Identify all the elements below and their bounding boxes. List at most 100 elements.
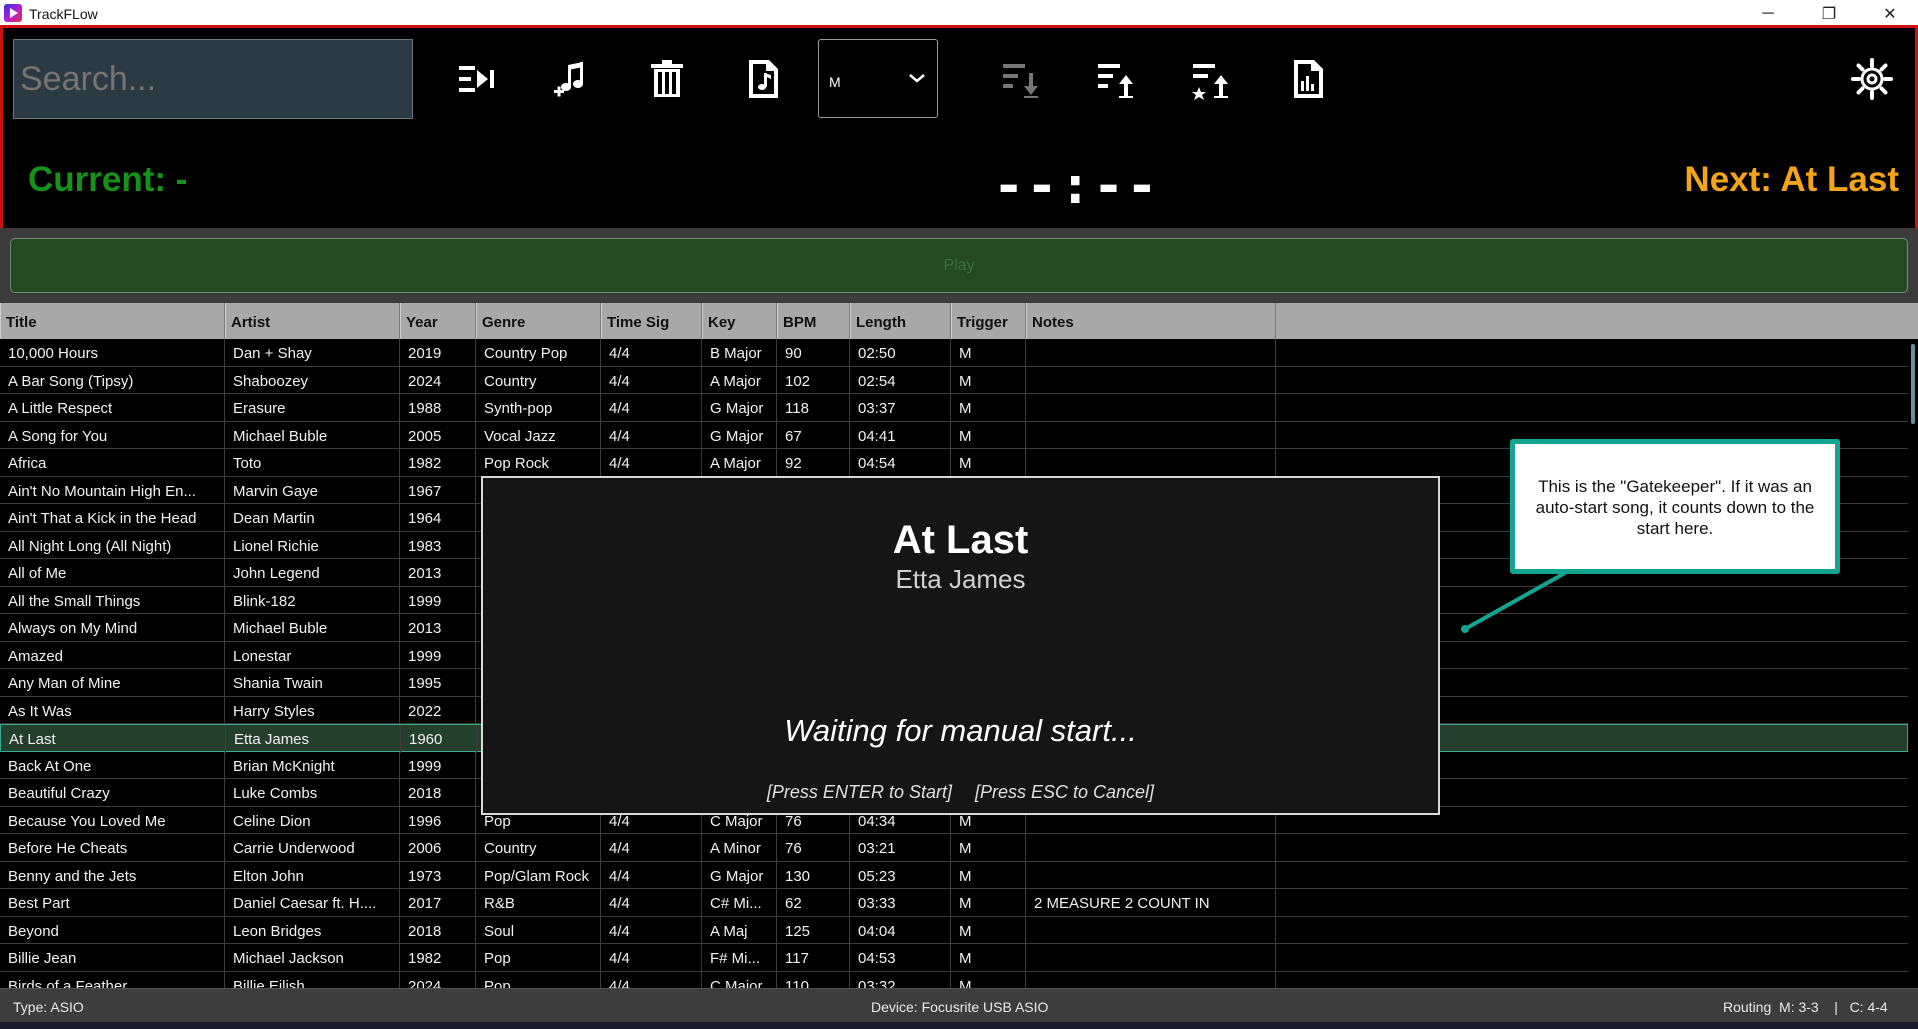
trigger-select[interactable]: M xyxy=(818,39,938,118)
cell-title: A Bar Song (Tipsy) xyxy=(0,366,225,394)
cell-genre: Pop xyxy=(476,944,601,972)
cell-artist: Erasure xyxy=(225,394,400,422)
cell-year: 2005 xyxy=(400,421,476,449)
next-song-label: Next: At Last xyxy=(1684,160,1899,199)
minimize-button[interactable]: ─ xyxy=(1745,0,1791,28)
cell-year: 2013 xyxy=(400,614,476,642)
cell-genre: Country xyxy=(476,366,601,394)
cell-title: Birds of a Feather xyxy=(0,971,225,988)
table-row[interactable]: Best Part Daniel Caesar ft. H.... 2017 R&B 4… xyxy=(0,889,1908,917)
cell-year: 2019 xyxy=(400,339,476,367)
cell-artist: Toto xyxy=(225,449,400,477)
cell-key: G Major xyxy=(702,394,777,422)
restore-button[interactable]: ❐ xyxy=(1806,0,1852,28)
cell-title: A Song for You xyxy=(0,421,225,449)
play-next-button[interactable] xyxy=(452,54,502,104)
cell-notes: 2 MEASURE 2 COUNT IN xyxy=(1026,889,1276,917)
cell-length: 04:53 xyxy=(850,944,951,972)
cell-artist: Harry Styles xyxy=(225,696,400,724)
column-header-trigger[interactable]: Trigger xyxy=(951,303,1026,339)
delete-button[interactable] xyxy=(642,54,692,104)
cell-notes xyxy=(1026,421,1276,449)
column-header-notes[interactable]: Notes xyxy=(1026,303,1276,339)
column-header-artist[interactable]: Artist xyxy=(225,303,400,339)
cell-notes xyxy=(1026,944,1276,972)
cell-artist: Blink-182 xyxy=(225,586,400,614)
cell-year: 2006 xyxy=(400,834,476,862)
cell-year: 1988 xyxy=(400,394,476,422)
cell-year: 1967 xyxy=(400,476,476,504)
table-row[interactable]: Before He Cheats Carrie Underwood 2006 Coun… xyxy=(0,834,1908,862)
cell-title: Benny and the Jets xyxy=(0,861,225,889)
table-row[interactable]: Benny and the Jets Elton John 1973 Pop/Glam… xyxy=(0,861,1908,889)
cell-genre: Pop Rock xyxy=(476,449,601,477)
delete-icon xyxy=(651,60,683,97)
cell-trigger: M xyxy=(951,339,1026,367)
cell-key: A Minor xyxy=(702,834,777,862)
play-button[interactable]: Play xyxy=(10,238,1908,293)
table-row[interactable]: Billie Jean Michael Jackson 1982 Pop 4/4 F# M… xyxy=(0,944,1908,972)
cell-title: All Night Long (All Night) xyxy=(0,531,225,559)
cell-year: 1960 xyxy=(401,725,477,753)
close-button[interactable]: ✕ xyxy=(1867,0,1913,28)
sort-favorites-button[interactable] xyxy=(1186,54,1236,104)
cell-bpm: 62 xyxy=(777,889,850,917)
column-header-key[interactable]: Key xyxy=(702,303,777,339)
cell-year: 1999 xyxy=(400,641,476,669)
cell-year: 1999 xyxy=(400,586,476,614)
column-header-genre[interactable]: Genre xyxy=(476,303,601,339)
status-device: Device: Focusrite USB ASIO xyxy=(871,999,1049,1015)
column-header-year[interactable]: Year xyxy=(400,303,476,339)
table-row[interactable]: A Bar Song (Tipsy) Shaboozey 2024 Country 4/… xyxy=(0,366,1908,394)
status-routing: Routing M: 3-3 | C: 4-4 xyxy=(1723,999,1888,1015)
start-hint[interactable]: [Press ENTER to Start] xyxy=(767,782,952,802)
current-song-label: Current: - xyxy=(28,160,188,199)
report-button[interactable] xyxy=(1283,54,1333,104)
cell-notes xyxy=(1026,861,1276,889)
cell-notes xyxy=(1026,834,1276,862)
cancel-hint[interactable]: [Press ESC to Cancel] xyxy=(975,782,1154,802)
column-header-bpm[interactable]: BPM xyxy=(777,303,850,339)
cell-year: 1999 xyxy=(400,751,476,779)
cell-time-sig: 4/4 xyxy=(601,916,702,944)
cell-key: C Major xyxy=(702,971,777,988)
column-header-title[interactable]: Title xyxy=(0,303,225,339)
cell-title: Always on My Mind xyxy=(0,614,225,642)
cell-title: All the Small Things xyxy=(0,586,225,614)
add-song-button[interactable] xyxy=(547,54,597,104)
cell-genre: Country xyxy=(476,834,601,862)
cell-artist: Shania Twain xyxy=(225,669,400,697)
cell-notes xyxy=(1026,394,1276,422)
chevron-down-icon xyxy=(909,74,925,83)
search-input[interactable] xyxy=(13,39,413,119)
table-row[interactable]: Beyond Leon Bridges 2018 Soul 4/4 A Maj 125 04:… xyxy=(0,916,1908,944)
vertical-scrollbar[interactable] xyxy=(1910,339,1918,988)
settings-button[interactable] xyxy=(1847,54,1897,104)
cell-notes xyxy=(1026,916,1276,944)
column-header-length[interactable]: Length xyxy=(850,303,951,339)
cell-year: 2018 xyxy=(400,779,476,807)
scrollbar-thumb[interactable] xyxy=(1911,344,1915,424)
cell-artist: Billie Eilish xyxy=(225,971,400,988)
table-row[interactable]: A Little Respect Erasure 1988 Synth-pop 4/4 G… xyxy=(0,394,1908,422)
cell-artist: Elton John xyxy=(225,861,400,889)
cell-title: At Last xyxy=(1,725,226,753)
cell-year: 1982 xyxy=(400,944,476,972)
song-file-button[interactable] xyxy=(738,54,788,104)
cell-key: A Major xyxy=(702,366,777,394)
cell-genre: Country Pop xyxy=(476,339,601,367)
cell-artist: Luke Combs xyxy=(225,779,400,807)
cell-year: 1995 xyxy=(400,669,476,697)
column-header-time-sig[interactable]: Time Sig xyxy=(601,303,702,339)
table-row[interactable]: Birds of a Feather Billie Eilish 2024 Pop 4/… xyxy=(0,971,1908,988)
cell-notes xyxy=(1026,449,1276,477)
add-song-icon xyxy=(554,62,583,97)
cell-artist: Michael Jackson xyxy=(225,944,400,972)
table-row[interactable]: 10,000 Hours Dan + Shay 2019 Country Pop 4/4… xyxy=(0,339,1908,367)
cell-bpm: 67 xyxy=(777,421,850,449)
sort-ascending-button[interactable] xyxy=(1091,54,1141,104)
cell-artist: Leon Bridges xyxy=(225,916,400,944)
sort-descending-button[interactable] xyxy=(996,54,1046,104)
play-next-icon xyxy=(459,66,494,92)
cell-length: 03:37 xyxy=(850,394,951,422)
